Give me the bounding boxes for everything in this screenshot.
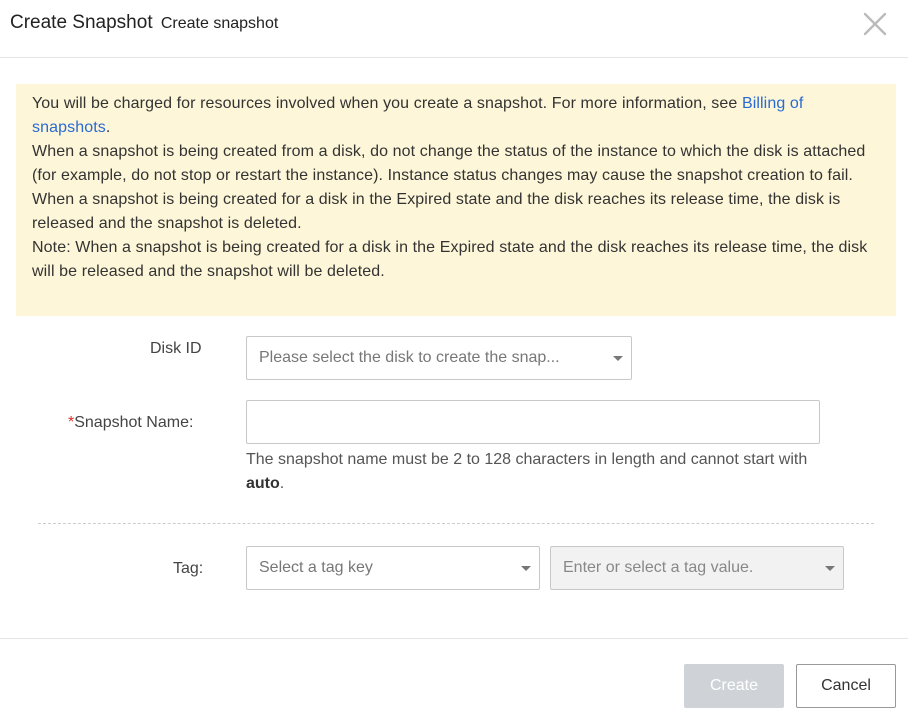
notice-line-instance-status: When a snapshot is being created from a … bbox=[32, 143, 866, 184]
dialog-subtitle: Create snapshot bbox=[160, 15, 279, 32]
hint-text: The snapshot name must be 2 to 128 chara… bbox=[246, 451, 808, 468]
snapshot-name-input[interactable] bbox=[246, 400, 820, 444]
snapshot-name-label-text: Snapshot Name: bbox=[74, 414, 194, 431]
hint-suffix: . bbox=[279, 475, 285, 492]
chevron-down-icon bbox=[825, 566, 835, 571]
notice-line-note: Note: When a snapshot is being created f… bbox=[32, 239, 868, 280]
close-icon[interactable] bbox=[861, 10, 889, 38]
dialog-title-text: Create Snapshot bbox=[10, 12, 153, 33]
disk-id-placeholder: Please select the disk to create the sna… bbox=[259, 349, 560, 366]
hint-bold-auto: auto bbox=[246, 475, 280, 492]
tag-key-placeholder: Select a tag key bbox=[259, 559, 373, 576]
tag-key-select[interactable]: Select a tag key bbox=[246, 546, 540, 590]
cancel-button[interactable]: Cancel bbox=[796, 664, 896, 708]
form-divider bbox=[38, 523, 874, 524]
dialog-header: Create Snapshot Create snapshot bbox=[0, 0, 908, 58]
tag-value-select[interactable]: Enter or select a tag value. bbox=[550, 546, 844, 590]
tag-value-placeholder: Enter or select a tag value. bbox=[563, 559, 754, 576]
snapshot-name-hint: The snapshot name must be 2 to 128 chara… bbox=[246, 448, 826, 496]
disk-id-label: Disk ID bbox=[150, 340, 202, 357]
notice-line1-text: You will be charged for resources involv… bbox=[32, 95, 742, 112]
footer-divider bbox=[0, 638, 908, 639]
snapshot-name-label: *Snapshot Name: bbox=[68, 414, 193, 432]
billing-notice: You will be charged for resources involv… bbox=[16, 84, 896, 316]
create-button[interactable]: Create bbox=[684, 664, 784, 708]
chevron-down-icon bbox=[613, 356, 623, 361]
tag-label: Tag: bbox=[173, 560, 204, 577]
dialog-title: Create Snapshot Create snapshot bbox=[10, 12, 278, 34]
chevron-down-icon bbox=[521, 566, 531, 571]
notice-line-expired-disk: When a snapshot is being created for a d… bbox=[32, 191, 841, 232]
notice-line1-suffix: . bbox=[105, 119, 111, 136]
notice-line-billing: You will be charged for resources involv… bbox=[32, 92, 880, 140]
disk-id-select[interactable]: Please select the disk to create the sna… bbox=[246, 336, 632, 380]
